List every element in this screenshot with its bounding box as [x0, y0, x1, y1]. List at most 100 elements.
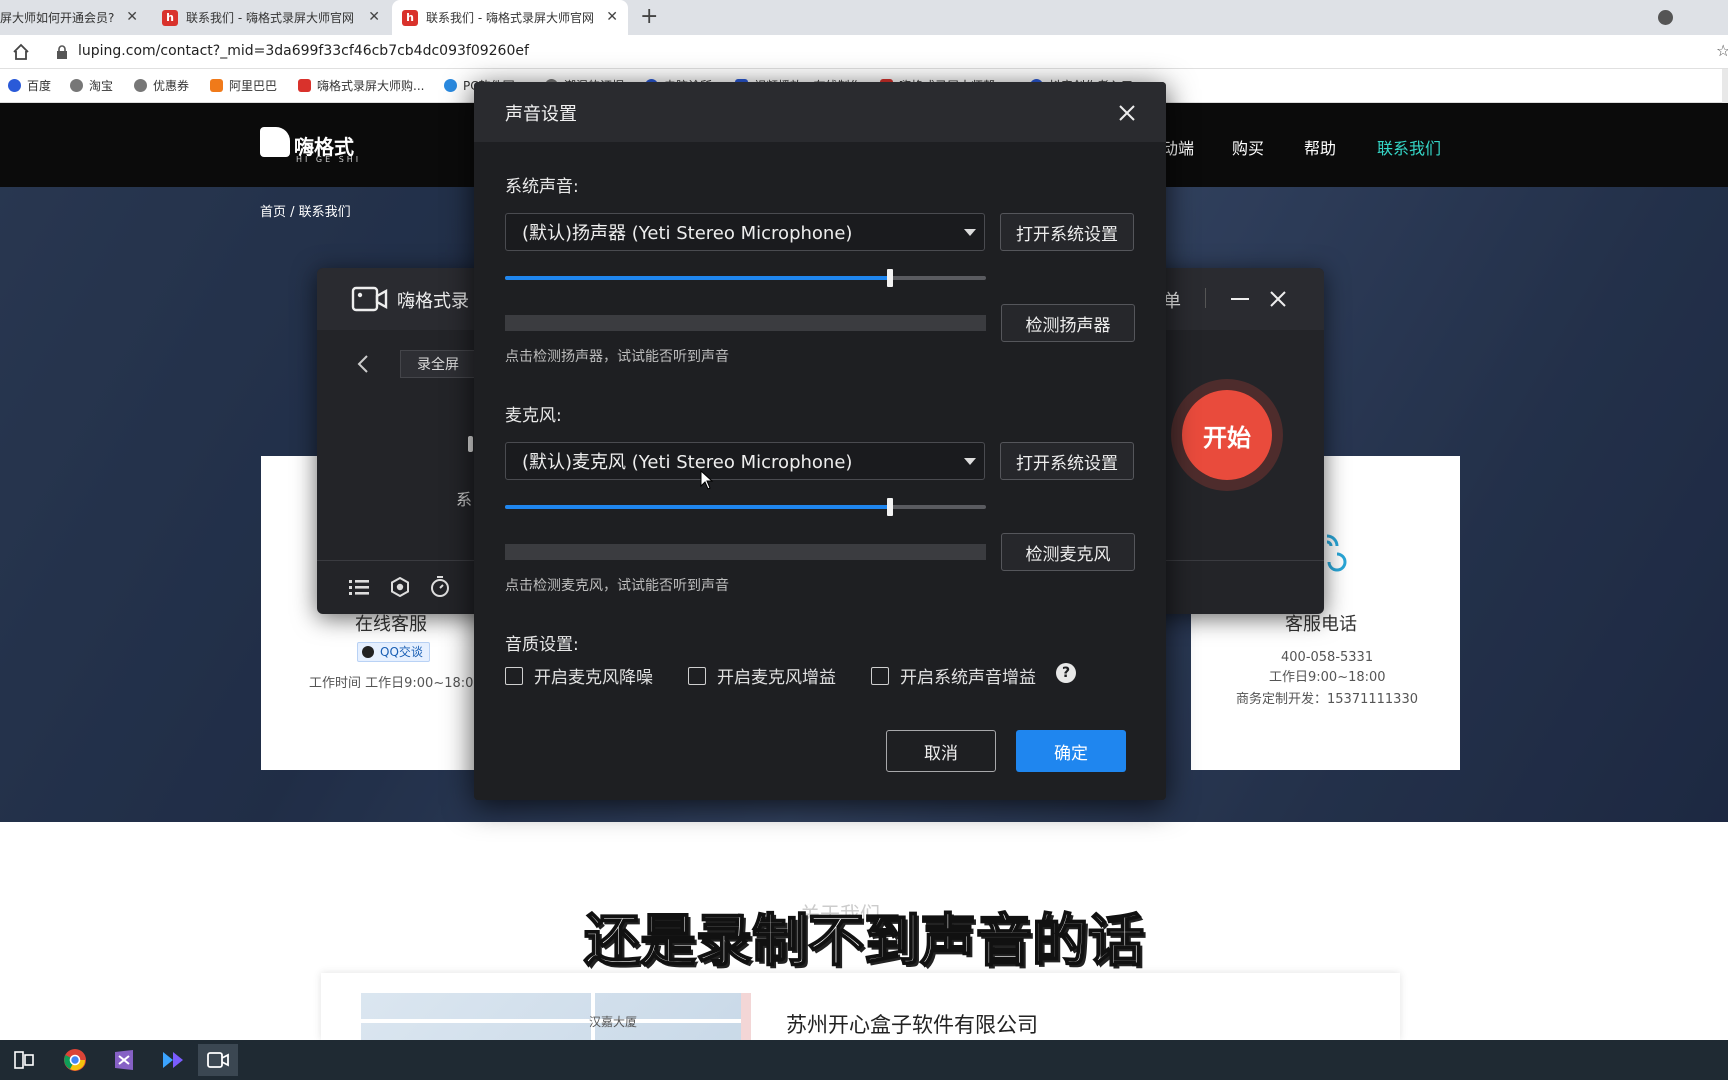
mic-noise-reduction-checkbox[interactable]: 开启麦克风降噪 [505, 663, 653, 688]
site-logo-sub: HI GE SHI [296, 155, 362, 164]
speaker-hint: 点击检测扬声器，试试能否听到声音 [505, 349, 729, 365]
about-card: 汉嘉大厦 苏州开心盒子软件有限公司 [321, 973, 1400, 1040]
taskbar [0, 1040, 1728, 1080]
level-indicator [468, 436, 473, 452]
video-editor-icon[interactable] [153, 1044, 193, 1076]
chevron-down-icon [964, 229, 976, 236]
open-system-settings-button[interactable]: 打开系统设置 [1000, 213, 1134, 251]
minimize-icon[interactable] [1231, 298, 1249, 300]
qq-icon [362, 646, 374, 658]
sound-settings-dialog: 声音设置 系统声音: (默认)扬声器 (Yeti Stereo Micropho… [474, 82, 1166, 800]
breadcrumb: 首页 / 联系我们 [260, 205, 351, 220]
system-sound-label: 系统声音: [505, 177, 579, 197]
phone-service-hours: 工作日9:00~18:00 [1269, 670, 1386, 685]
new-tab-button[interactable]: + [640, 4, 658, 29]
ok-button[interactable]: 确定 [1016, 730, 1126, 772]
help-icon[interactable]: ? [1056, 663, 1076, 683]
slider-handle[interactable] [886, 498, 893, 516]
speaker-level-meter [505, 315, 986, 331]
browser-tab[interactable]: h 联系我们 - 嗨格式录屏大师官网 ✕ [152, 0, 390, 35]
speaker-volume-slider[interactable] [505, 269, 986, 287]
location-map[interactable]: 汉嘉大厦 [361, 993, 751, 1040]
system-audio-label: 系 [456, 490, 473, 509]
bookmark-item[interactable]: 嗨格式录屏大师购... [298, 77, 424, 94]
recorder-taskbar-icon[interactable] [198, 1044, 238, 1076]
mic-hint: 点击检测麦克风，试试能否听到声音 [505, 578, 729, 594]
visual-studio-icon[interactable] [104, 1044, 144, 1076]
business-contact: 商务定制开发：15371111330 [1236, 692, 1418, 707]
mic-gain-checkbox[interactable]: 开启麦克风增益 [688, 663, 836, 688]
task-view-icon[interactable] [4, 1044, 44, 1076]
star-icon[interactable]: ☆ [1716, 41, 1728, 60]
open-system-settings-button[interactable]: 打开系统设置 [1000, 442, 1134, 480]
tab-title: 联系我们 - 嗨格式录屏大师官网 [426, 11, 594, 25]
quality-settings-label: 音质设置: [505, 635, 579, 655]
timer-icon[interactable] [430, 576, 450, 598]
close-icon[interactable] [1270, 291, 1286, 307]
browser-tab-active[interactable]: h 联系我们 - 嗨格式录屏大师官网 ✕ [392, 0, 628, 35]
phone-number: 400-058-5331 [1281, 650, 1374, 665]
tab-title: 屏大师如何开通会员? [0, 11, 115, 25]
checkbox-label: 开启麦克风降噪 [534, 668, 653, 688]
dialog-title: 声音设置 [505, 104, 577, 125]
home-icon[interactable] [12, 43, 30, 61]
site-logo-icon [260, 127, 290, 157]
bookmark-item[interactable]: 优惠券 [134, 77, 189, 94]
nav-item-buy[interactable]: 购买 [1232, 135, 1264, 159]
camera-icon [351, 286, 388, 312]
profile-icon[interactable] [1658, 10, 1673, 25]
back-icon[interactable] [357, 354, 369, 374]
online-service-hours: 工作时间 工作日9:00~18:00 [309, 676, 482, 691]
slider-handle[interactable] [886, 269, 893, 287]
bookmark-item[interactable]: 淘宝 [70, 77, 113, 94]
cancel-button[interactable]: 取消 [886, 730, 996, 772]
browser-tab[interactable]: 屏大师如何开通会员? ✕ [0, 0, 148, 35]
mode-fullscreen-button[interactable]: 录全屏 [400, 350, 476, 378]
browser-tab-bar: 屏大师如何开通会员? ✕ h 联系我们 - 嗨格式录屏大师官网 ✕ h 联系我们… [0, 0, 1728, 35]
chrome-icon[interactable] [55, 1044, 95, 1076]
site-favicon-icon: h [402, 9, 418, 26]
bookmark-item[interactable]: 百度 [8, 77, 51, 94]
close-icon[interactable]: ✕ [606, 9, 618, 25]
close-icon[interactable]: ✕ [126, 9, 138, 25]
list-icon[interactable] [349, 578, 369, 596]
start-record-button[interactable]: 开始 [1182, 390, 1272, 480]
mic-device-value: (默认)麦克风 (Yeti Stereo Microphone) [522, 452, 853, 473]
mic-label: 麦克风: [505, 406, 562, 426]
speaker-volume-fill [505, 276, 890, 280]
scrollbar[interactable] [1722, 69, 1728, 103]
close-icon[interactable] [1119, 105, 1135, 121]
close-icon[interactable]: ✕ [368, 9, 380, 25]
company-name: 苏州开心盒子软件有限公司 [786, 1013, 1038, 1037]
dialog-header: 声音设置 [474, 82, 1166, 142]
qq-chat-button[interactable]: QQ交谈 [357, 642, 430, 662]
mic-volume-slider[interactable] [505, 498, 986, 516]
lock-icon [57, 45, 67, 59]
tab-title: 联系我们 - 嗨格式录屏大师官网 [186, 11, 354, 25]
divider [1205, 288, 1206, 308]
mic-level-meter [505, 544, 986, 560]
checkbox-box[interactable] [505, 666, 523, 685]
settings-icon[interactable] [390, 577, 410, 597]
checkbox-box[interactable] [871, 666, 889, 685]
map-label: 汉嘉大厦 [589, 1015, 638, 1029]
mic-device-select[interactable]: (默认)麦克风 (Yeti Stereo Microphone) [505, 442, 985, 480]
chevron-down-icon [964, 458, 976, 465]
checkbox-box[interactable] [688, 666, 706, 685]
test-mic-button[interactable]: 检测麦克风 [1001, 533, 1135, 571]
video-subtitle: 还是录制不到声音的话 [583, 908, 1145, 975]
nav-item-help[interactable]: 帮助 [1304, 135, 1336, 159]
recorder-title: 嗨格式录 [397, 291, 469, 312]
nav-item[interactable]: 动端 [1162, 135, 1194, 159]
url-input[interactable]: luping.com/contact?_mid=3da699f33cf46cb7… [78, 43, 529, 59]
speaker-device-select[interactable]: (默认)扬声器 (Yeti Stereo Microphone) [505, 213, 985, 251]
test-speaker-button[interactable]: 检测扬声器 [1001, 304, 1135, 342]
mic-volume-fill [505, 505, 890, 509]
bookmark-item[interactable]: 阿里巴巴 [210, 77, 277, 94]
address-bar: luping.com/contact?_mid=3da699f33cf46cb7… [0, 35, 1728, 69]
nav-item-contact[interactable]: 联系我们 [1377, 135, 1441, 159]
checkbox-label: 开启系统声音增益 [900, 668, 1036, 688]
map-road [361, 1019, 751, 1023]
system-sound-gain-checkbox[interactable]: 开启系统声音增益 [871, 663, 1036, 688]
checkbox-label: 开启麦克风增益 [717, 668, 836, 688]
